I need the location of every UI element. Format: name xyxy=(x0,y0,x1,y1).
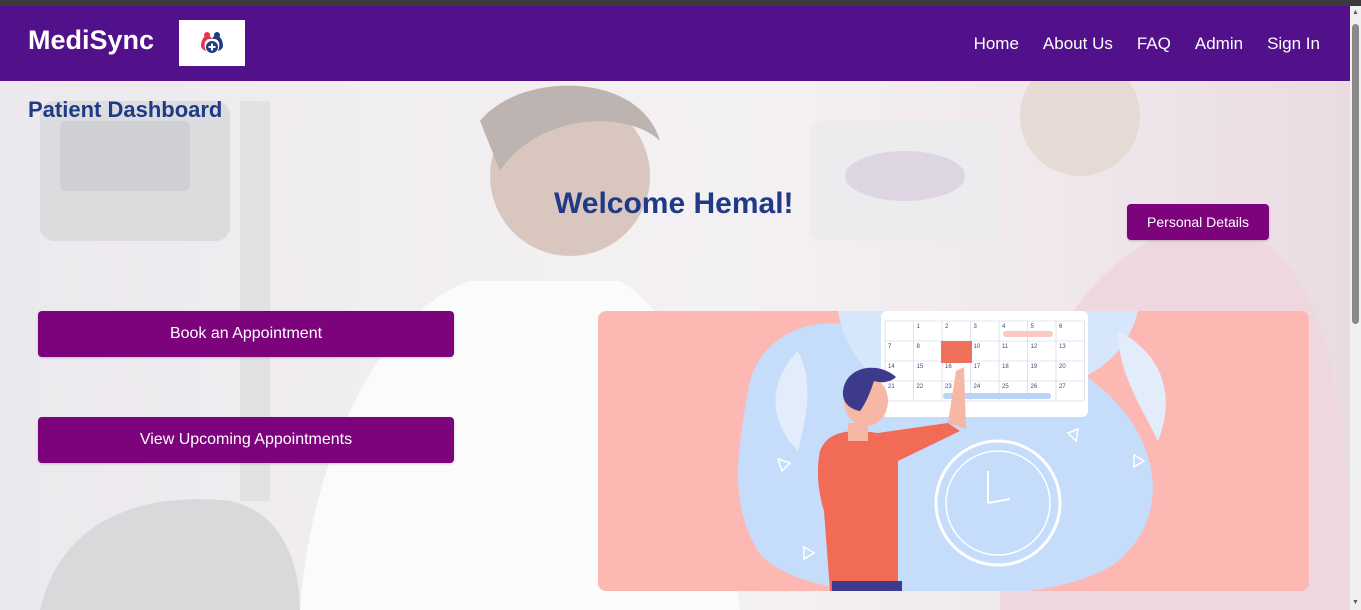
nav-sign-in[interactable]: Sign In xyxy=(1267,34,1320,54)
calendar-day-number: 24 xyxy=(974,384,981,390)
calendar-day-number: 11 xyxy=(1002,344,1009,350)
calendar-day-number: 14 xyxy=(888,364,895,370)
calendar-illustration: 1234567891011121314151617181920212223242… xyxy=(738,311,1166,591)
scroll-up-arrow-icon[interactable]: ▲ xyxy=(1351,8,1360,18)
welcome-heading: Welcome Hemal! xyxy=(554,187,794,220)
calendar-day-number: 23 xyxy=(945,384,952,390)
nav-about-us[interactable]: About Us xyxy=(1043,34,1113,54)
book-appointment-button[interactable]: Book an Appointment xyxy=(38,311,454,357)
page-scrollbar[interactable]: ▲ ▼ xyxy=(1350,6,1361,610)
view-upcoming-appointments-button[interactable]: View Upcoming Appointments xyxy=(38,417,454,463)
calendar-day-number: 16 xyxy=(945,364,952,370)
calendar-day-number: 26 xyxy=(1031,384,1038,390)
scroll-down-arrow-icon[interactable]: ▼ xyxy=(1351,598,1360,608)
calendar-day-number: 17 xyxy=(974,364,981,370)
nav-admin[interactable]: Admin xyxy=(1195,34,1243,54)
navbar: MediSync Home About Us FAQ Admin Sign In xyxy=(0,6,1350,81)
calendar-day-number: 15 xyxy=(917,364,924,370)
medisync-logo-icon xyxy=(197,28,227,58)
calendar-day-number: 21 xyxy=(888,384,895,390)
calendar-day-number: 18 xyxy=(1002,364,1009,370)
calendar-day-number: 25 xyxy=(1002,384,1009,390)
calendar-day-number: 19 xyxy=(1031,364,1038,370)
calendar-day-number: 27 xyxy=(1059,384,1066,390)
page-title: Patient Dashboard xyxy=(28,97,223,122)
calendar-day-number: 12 xyxy=(1031,344,1038,350)
calendar-day-number: 22 xyxy=(917,384,924,390)
calendar-day-number: 20 xyxy=(1059,364,1066,370)
appointment-illustration: 1234567891011121314151617181920212223242… xyxy=(598,311,1309,591)
brand-name[interactable]: MediSync xyxy=(28,25,154,56)
nav-home[interactable]: Home xyxy=(974,34,1019,54)
personal-details-button[interactable]: Personal Details xyxy=(1127,204,1269,240)
dashboard-content: Patient Dashboard Welcome Hemal! Persona… xyxy=(0,81,1350,610)
nav-links: Home About Us FAQ Admin Sign In xyxy=(974,6,1320,81)
scrollbar-thumb[interactable] xyxy=(1352,24,1359,324)
nav-faq[interactable]: FAQ xyxy=(1137,34,1171,54)
calendar-day-number: 13 xyxy=(1059,344,1066,350)
calendar-day-number: 10 xyxy=(974,344,981,350)
brand-logo[interactable] xyxy=(179,20,245,66)
